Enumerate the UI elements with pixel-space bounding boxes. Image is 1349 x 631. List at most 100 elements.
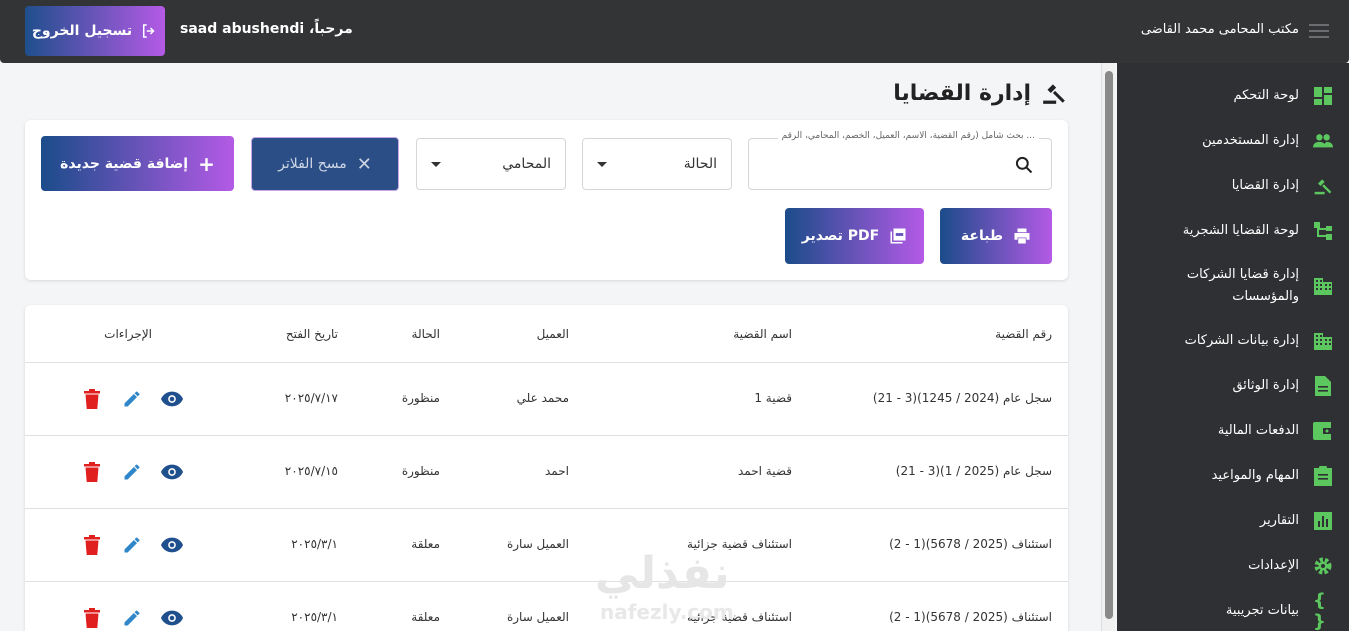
print-label: طباعة (960, 228, 1004, 244)
sidebar-item-label: المهام والمواعيد (1211, 467, 1299, 483)
braces-icon: { } (1313, 589, 1326, 631)
status-select[interactable]: الحالة (582, 138, 732, 190)
row-actions (81, 607, 183, 629)
view-icon[interactable] (161, 607, 183, 629)
sidebar-item-cases[interactable]: إدارة القضايا (1117, 163, 1349, 208)
chevron-down-icon (597, 161, 607, 167)
dashboard-icon (1313, 86, 1333, 106)
building-icon (1313, 331, 1333, 351)
chart-icon (1313, 511, 1333, 531)
header-status: الحالة (411, 327, 440, 341)
header-case-name: اسم القضية (733, 327, 792, 341)
sidebar-item-company-cases[interactable]: إدارة قضايا الشركات والمؤسسات (1117, 253, 1349, 318)
header-open-date: تاريخ الفتح (285, 327, 338, 341)
search-input[interactable]: بحث شامل (رقم القضية، الاسم، العميل، الخ… (748, 131, 1052, 190)
add-case-button[interactable]: إضافة قضية جديدة + (41, 136, 234, 191)
building-icon (1313, 276, 1333, 296)
table-row: (21 - 3)(1 / 2025) سجل عام قضية احمد احمد م… (25, 436, 1068, 509)
sidebar-item-label: إدارة قضايا الشركات والمؤسسات (1187, 264, 1299, 308)
cell-open-date: ٢٠٢٥/٣/١ (291, 610, 338, 624)
view-icon[interactable] (161, 461, 183, 483)
delete-icon[interactable] (81, 607, 103, 629)
sidebar-item-label: إدارة الوثائق (1232, 377, 1299, 393)
cell-open-date: ٢٠٢٥/٧/١٧ (284, 391, 338, 405)
row-actions (81, 534, 183, 556)
cell-case-number: (2 - 1)(5678 / 2025) استئناف (889, 537, 1052, 551)
edit-icon[interactable] (121, 607, 143, 629)
clipboard-icon (1313, 465, 1333, 486)
top-bar: مكتب المحامى محمد القاضى مرحباً، saad ab… (0, 0, 1349, 63)
print-button[interactable]: طباعة (940, 208, 1052, 264)
table-row: (2 - 1)(5678 / 2025) استئناف استئناف قضية… (25, 582, 1068, 631)
row-actions (81, 461, 183, 483)
cell-case-number: (21 - 3)(1 / 2025) سجل عام (895, 464, 1052, 478)
cell-client: العميل سارة (506, 537, 569, 551)
cell-open-date: ٢٠٢٥/٣/١ (291, 537, 338, 551)
sidebar-item-users[interactable]: إدارة المستخدمين (1117, 118, 1349, 163)
sidebar-item-sample-data[interactable]: بيانات تجريبية { } (1117, 588, 1349, 631)
lawyer-select-label: المحامي (502, 156, 551, 172)
sidebar-item-label: إدارة القضايا (1231, 177, 1299, 193)
edit-icon[interactable] (121, 388, 143, 410)
cell-client: العميل سارة (506, 610, 569, 624)
watermark-url: nafezly.com (600, 600, 734, 624)
table-header: رقم القضية اسم القضية العميل الحالة تاري… (25, 305, 1068, 363)
cell-case-name: قضية احمد (738, 464, 792, 478)
tree-icon (1313, 221, 1333, 241)
view-icon[interactable] (161, 388, 183, 410)
sidebar-item-label: لوحة التحكم (1233, 87, 1299, 103)
scrollbar-thumb[interactable] (1105, 71, 1113, 619)
clear-filters-button[interactable]: مسح الفلاتر ✕ (251, 137, 399, 191)
plus-icon: + (198, 151, 215, 176)
edit-icon[interactable] (121, 461, 143, 483)
cell-open-date: ٢٠٢٥/٧/١٥ (284, 464, 338, 478)
cell-client: احمد (545, 464, 569, 478)
close-icon: ✕ (356, 153, 372, 175)
office-title: مكتب المحامى محمد القاضى (1140, 22, 1299, 37)
sidebar-item-dashboard[interactable]: لوحة التحكم (1117, 73, 1349, 118)
header-case-number: رقم القضية (995, 327, 1052, 341)
export-pdf-label: تصدير PDF (801, 228, 880, 244)
sidebar-item-label: إدارة المستخدمين (1202, 132, 1299, 148)
sidebar-item-settings[interactable]: الإعدادات (1117, 543, 1349, 588)
delete-icon[interactable] (81, 388, 103, 410)
logout-button[interactable]: تسجيل الخروج (25, 6, 165, 56)
sidebar-item-tree[interactable]: لوحة القضايا الشجرية (1117, 208, 1349, 253)
sidebar-item-label: لوحة القضايا الشجرية (1182, 222, 1299, 238)
printer-icon (1014, 228, 1030, 244)
sidebar: لوحة التحكم إدارة المستخدمين إدارة القضا… (1117, 63, 1349, 631)
sidebar-item-payments[interactable]: الدفعات المالية (1117, 408, 1349, 453)
view-icon[interactable] (161, 534, 183, 556)
pdf-icon (890, 228, 906, 244)
table-row: (2 - 1)(5678 / 2025) استئناف استئناف قضية… (25, 509, 1068, 582)
sidebar-item-tasks[interactable]: المهام والمواعيد (1117, 453, 1349, 498)
menu-icon[interactable] (1309, 24, 1329, 38)
export-pdf-button[interactable]: تصدير PDF (785, 208, 924, 264)
cell-status: منظورة (401, 464, 440, 478)
document-icon (1313, 375, 1333, 396)
lawyer-select[interactable]: المحامي (416, 138, 566, 190)
delete-icon[interactable] (81, 461, 103, 483)
sidebar-item-company-data[interactable]: إدارة بيانات الشركات (1117, 318, 1349, 363)
sidebar-item-documents[interactable]: إدارة الوثائق (1117, 363, 1349, 408)
watermark-logo: نفذلي (595, 548, 730, 599)
cell-status: معلقة (411, 610, 440, 624)
edit-icon[interactable] (121, 534, 143, 556)
welcome-text: مرحباً، saad abushendi (180, 21, 353, 37)
cases-table: رقم القضية اسم القضية العميل الحالة تاري… (25, 305, 1068, 631)
delete-icon[interactable] (81, 534, 103, 556)
search-icon (1015, 156, 1033, 174)
gavel-icon (1043, 84, 1065, 104)
gear-icon (1313, 556, 1333, 576)
sidebar-label-line2: والمؤسسات (1232, 288, 1299, 304)
sidebar-item-label: الدفعات المالية (1217, 422, 1299, 438)
cell-case-number: (2 - 1)(5678 / 2025) استئناف (889, 610, 1052, 624)
scrollbar[interactable] (1101, 63, 1115, 631)
status-select-label: الحالة (683, 156, 717, 172)
cell-case-number: (21 - 3)(1245 / 2024) سجل عام (872, 391, 1052, 405)
cell-case-name: قضية 1 (754, 391, 792, 405)
sidebar-item-reports[interactable]: التقارير (1117, 498, 1349, 543)
logout-icon (143, 24, 155, 38)
clear-filters-label: مسح الفلاتر (278, 156, 347, 172)
sidebar-item-label: إدارة بيانات الشركات (1184, 332, 1299, 348)
